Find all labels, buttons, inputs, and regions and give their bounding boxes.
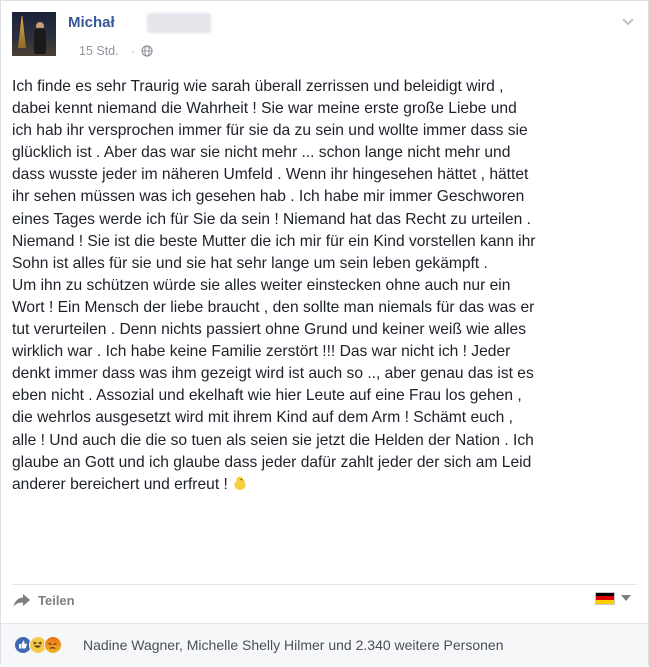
flag-stripe-gold (596, 599, 614, 604)
post-text-line: ihr sehen müssen was ich gesehen hab . I… (12, 188, 525, 206)
post-text-line: die wehrlos ausgesetzt wird mit ihrem Ki… (12, 409, 513, 427)
divider (12, 584, 637, 585)
language-selector[interactable] (595, 591, 631, 605)
share-button[interactable]: Teilen (12, 590, 75, 610)
caret-down-icon (621, 595, 631, 601)
globe-icon[interactable] (141, 45, 153, 57)
post-text-line: dass wusste jeder im näheren Umfeld . We… (12, 166, 529, 184)
chick-emoji-icon (234, 476, 246, 490)
post-text-line: eines Tages werde ich für Sie da sein ! … (12, 210, 531, 228)
meta-separator: · (131, 44, 135, 58)
reactions-bar: Nadine Wagner, Michelle Shelly Hilmer un… (1, 623, 648, 667)
post-text-line: ich hab ihr versprochen immer für sie da… (12, 122, 528, 140)
post-text-line: dabei kennt niemand die Wahrheit ! Sie w… (12, 100, 517, 118)
reaction-summary[interactable]: Nadine Wagner, Michelle Shelly Hilmer un… (83, 637, 503, 653)
eiffel-tower-image (18, 16, 26, 48)
post-text-line: Ich finde es sehr Traurig wie sarah über… (12, 78, 504, 95)
share-icon (13, 594, 30, 607)
facebook-post: Michał 15 Std. · Ich finde es sehr Traur… (0, 0, 649, 667)
avatar-person-body (34, 28, 46, 54)
redacted-surname (147, 13, 211, 33)
post-text-line: wirklich war . Ich habe keine Familie ze… (12, 343, 511, 361)
post-text-line: glaube an Gott und ich glaube dass jeder… (12, 453, 532, 471)
german-flag-icon (595, 591, 615, 605)
author-name[interactable]: Michał (68, 14, 115, 31)
post-text-line: tut verurteilen . Denn nichts passiert o… (12, 321, 526, 339)
avatar[interactable] (12, 12, 56, 56)
post-text-line: Niemand ! Sie ist die beste Mutter die i… (12, 232, 536, 250)
post-text-line: denkt immer dass was ihm gezeigt wird is… (12, 365, 534, 383)
angry-icon (44, 636, 62, 654)
post-text-line: glücklich ist . Aber das war sie nicht m… (12, 144, 511, 162)
share-label: Teilen (38, 592, 75, 608)
post-text-line: Wort ! Ein Mensch der liebe braucht , de… (12, 298, 535, 316)
post-timestamp[interactable]: 15 Std. (79, 44, 119, 58)
reaction-icons[interactable] (14, 636, 62, 654)
post-text-line: Sohn ist alles für sie und sie hat sehr … (12, 254, 488, 272)
chevron-down-icon[interactable] (621, 17, 635, 27)
post-text-line: Um ihn zu schützen würde sie alles weite… (12, 276, 511, 294)
post-text-line: anderer bereichert und erfreut ! (12, 474, 640, 496)
post-body: Ich finde es sehr Traurig wie sarah über… (12, 76, 640, 496)
post-text-line: alle ! Und auch die die so tuen als seie… (12, 431, 534, 449)
post-text-line: eben nicht . Assozial und ekelhaft wie h… (12, 387, 522, 405)
